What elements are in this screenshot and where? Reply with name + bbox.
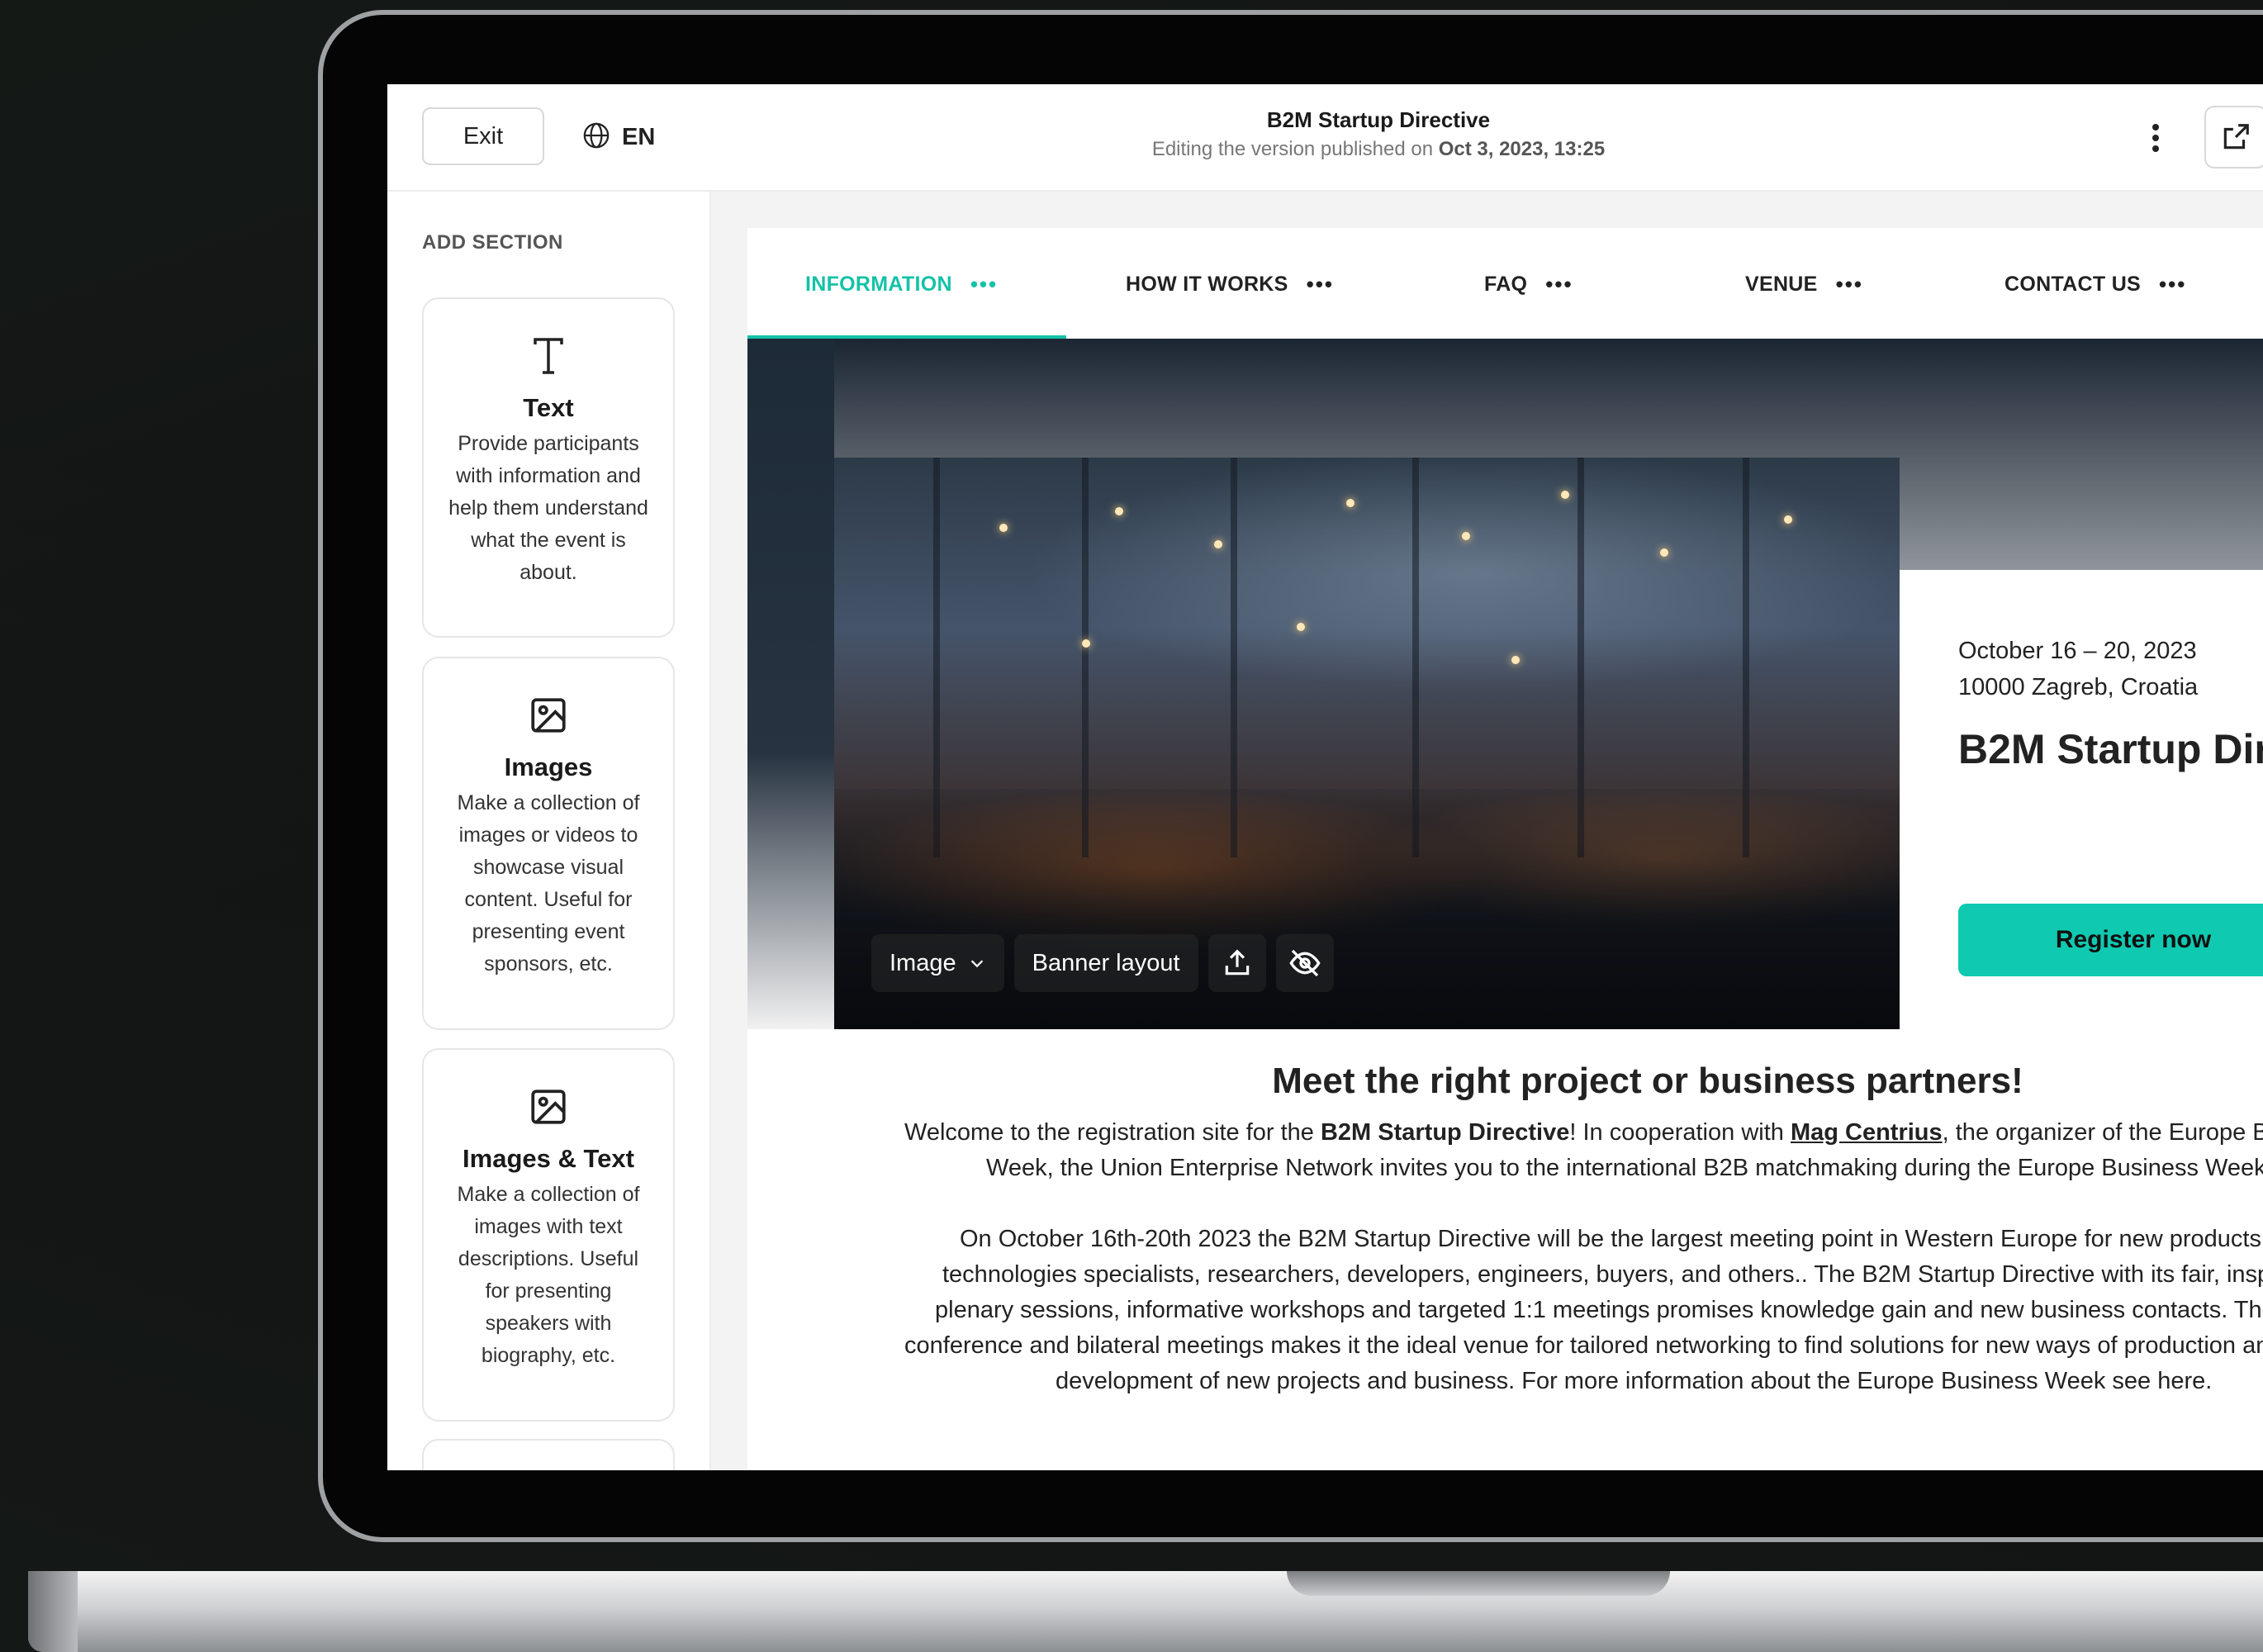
event-location: 10000 Zagreb, Croatia	[1958, 674, 2199, 700]
banner-layout-button[interactable]: Banner layout	[1013, 934, 1198, 992]
tab-options-icon[interactable]: •••	[1545, 272, 1573, 297]
body-line-5: development of new projects and business…	[1056, 1368, 2213, 1394]
image-icon	[440, 1083, 657, 1131]
version-prefix: Editing the version published on	[1151, 138, 1434, 160]
event-date: October 16 – 20, 2023	[1958, 638, 2197, 664]
language-selector[interactable]: EN	[582, 117, 655, 157]
chevron-down-icon	[970, 960, 983, 968]
section-card-images-text[interactable]: Images & Text Make a collection of image…	[422, 1048, 675, 1422]
information-content: Meet the right project or business partn…	[834, 1029, 2263, 1470]
card-description: Make a collection of images or videos to…	[457, 791, 640, 976]
mag-centrius-link[interactable]: Mag Centrius	[1791, 1119, 1943, 1146]
globe-icon	[582, 121, 610, 154]
tab-how-it-works[interactable]: HOW IT WORKS •••	[1126, 268, 1334, 301]
card-title: Text	[523, 393, 574, 422]
intro-line-2: Week, the Union Enterprise Network invit…	[986, 1155, 2263, 1181]
body-line-1: On October 16th-20th 2023 the B2M Startu…	[960, 1226, 2263, 1252]
card-description: Provide participants with information an…	[448, 432, 648, 584]
register-button[interactable]: Register now	[1958, 904, 2263, 976]
top-bar: Exit EN B2M Startup Directive Editing th…	[387, 84, 2263, 192]
section-card-text[interactable]: Text Provide participants with informati…	[422, 297, 675, 638]
external-link-icon	[2223, 124, 2249, 150]
tab-faq[interactable]: FAQ •••	[1484, 268, 1573, 301]
app-screen: Exit EN B2M Startup Directive Editing th…	[387, 84, 2263, 1470]
body-line-3: plenary sessions, informative workshops …	[935, 1297, 2263, 1323]
language-label: EN	[622, 123, 656, 150]
page-preview: INFORMATION ••• HOW IT WORKS ••• FAQ •••…	[747, 228, 2263, 1470]
editor-canvas: INFORMATION ••• HOW IT WORKS ••• FAQ •••…	[711, 192, 2263, 1470]
sidebar-heading: ADD SECTION	[422, 231, 563, 254]
more-options-icon[interactable]	[2143, 117, 2168, 159]
tab-options-icon[interactable]: •••	[2159, 272, 2186, 297]
tab-options-icon[interactable]: •••	[1307, 272, 1334, 297]
open-external-button[interactable]	[2204, 106, 2263, 169]
page-tabs: INFORMATION ••• HOW IT WORKS ••• FAQ •••…	[747, 228, 2263, 340]
tab-venue[interactable]: VENUE •••	[1745, 268, 1863, 301]
tab-information[interactable]: INFORMATION •••	[805, 268, 998, 301]
hide-button[interactable]	[1275, 934, 1334, 992]
intro-line-1: Welcome to the registration site for the…	[904, 1119, 2263, 1146]
event-info: October 16 – 20, 2023 10000 Zagreb, Croa…	[1958, 633, 2263, 773]
card-description: Make a collection of images with text de…	[457, 1183, 640, 1367]
laptop-notch	[1287, 1571, 1670, 1596]
body-line-2: technologies specialists, researchers, d…	[942, 1261, 2263, 1288]
upload-icon	[1225, 949, 1249, 976]
tab-options-icon[interactable]: •••	[1836, 272, 1863, 297]
section-heading: Meet the right project or business partn…	[1272, 1061, 2023, 1101]
text-icon	[440, 332, 657, 380]
event-title: B2M Startup Directive	[1958, 726, 2263, 772]
tab-contact-us[interactable]: CONTACT US •••	[2004, 268, 2186, 301]
tab-options-icon[interactable]: •••	[970, 272, 998, 297]
version-info: Editing the version published on Oct 3, …	[965, 138, 1791, 161]
document-title-block: B2M Startup Directive Editing the versio…	[965, 107, 1791, 161]
card-title: Images	[504, 752, 593, 781]
section-card-partial[interactable]	[422, 1439, 675, 1470]
image-icon	[440, 691, 657, 739]
eye-off-icon	[1288, 949, 1321, 977]
laptop-base	[28, 1571, 2263, 1652]
section-card-images[interactable]: Images Make a collection of images or vi…	[422, 657, 675, 1030]
body-line-4: conference and bilateral meetings makes …	[904, 1332, 2263, 1359]
version-date: Oct 3, 2023, 13:25	[1438, 138, 1606, 160]
exit-button[interactable]: Exit	[422, 107, 544, 165]
image-toolbar: Image Banner layout	[871, 933, 1334, 993]
document-title: B2M Startup Directive	[1266, 107, 1491, 132]
upload-button[interactable]	[1207, 934, 1266, 992]
card-title: Images & Text	[463, 1144, 634, 1173]
add-section-sidebar: ADD SECTION Text Provide participants wi…	[387, 192, 711, 1470]
image-type-dropdown[interactable]: Image	[871, 934, 1004, 992]
